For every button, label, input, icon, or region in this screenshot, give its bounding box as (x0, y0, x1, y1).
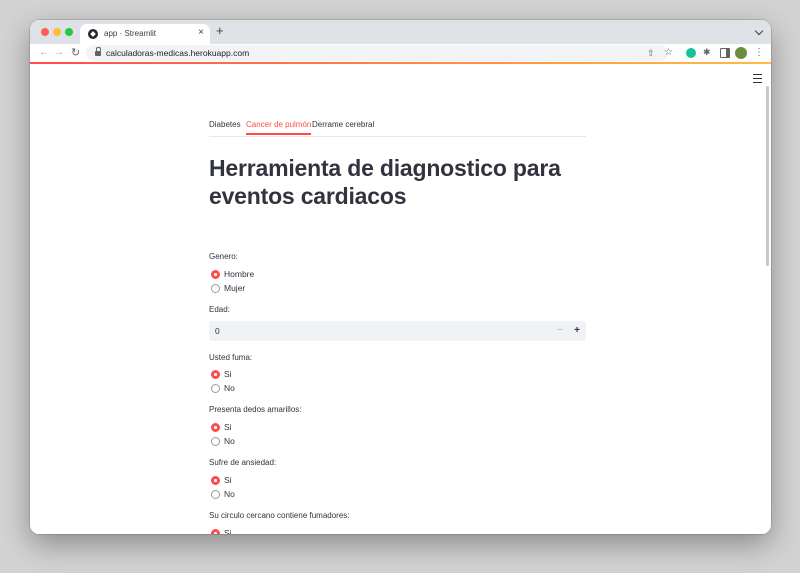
edad-decrement-button[interactable]: − (552, 322, 568, 340)
url-text[interactable]: calculadoras-medicas.herokuapp.com (106, 48, 249, 58)
radio-label: Si (224, 369, 232, 379)
tab-diabetes[interactable]: Diabetes (209, 120, 241, 135)
edad-label: Edad: (209, 305, 230, 314)
page-title: Herramienta de diagnostico para eventos … (209, 155, 561, 209)
radio-selected-icon[interactable] (211, 270, 220, 279)
radio-selected-icon[interactable] (211, 423, 220, 432)
window-minimize-button[interactable] (53, 28, 61, 36)
dedos-amarillos-label: Presenta dedos amarillos: (209, 405, 302, 414)
address-bar[interactable]: calculadoras-medicas.herokuapp.com ⇧ ☆ (86, 45, 673, 61)
radio-unselected-icon[interactable] (211, 490, 220, 499)
radio-label: No (224, 489, 235, 499)
radio-unselected-icon[interactable] (211, 284, 220, 293)
edad-number-input[interactable]: 0 − + (209, 321, 586, 341)
forward-icon[interactable]: → (54, 46, 64, 60)
window-maximize-button[interactable] (65, 28, 73, 36)
radio-unselected-icon[interactable] (211, 384, 220, 393)
streamlit-favicon-icon (88, 29, 98, 39)
genero-label: Genero: (209, 252, 238, 261)
browser-window: app · Streamlit × + ← → ↻ calculadoras-m… (30, 20, 771, 534)
browser-tab[interactable]: app · Streamlit × (80, 24, 210, 44)
streamlit-page: Diabetes Cancer de pulmón Derrame cerebr… (30, 64, 771, 534)
edad-value[interactable]: 0 (215, 326, 220, 336)
circulo-fumadores-label: Su circulo cercano contiene fumadores: (209, 511, 350, 520)
extensions-puzzle-icon[interactable]: ✱ (703, 47, 713, 57)
ansiedad-label: Sufre de ansiedad: (209, 458, 277, 467)
radio-label: Si (224, 528, 232, 534)
radio-label: Si (224, 422, 232, 432)
browser-menu-icon[interactable]: ⋮ (754, 46, 764, 60)
radio-selected-icon[interactable] (211, 370, 220, 379)
bookmark-star-icon[interactable]: ☆ (664, 46, 673, 60)
hamburger-menu-icon[interactable] (753, 74, 762, 83)
radio-selected-icon[interactable] (211, 529, 220, 534)
radio-label: Hombre (224, 269, 255, 279)
tab-search-chevron-icon[interactable] (754, 26, 764, 36)
share-icon[interactable]: ⇧ (647, 46, 655, 60)
radio-label: Mujer (224, 283, 246, 293)
radio-unselected-icon[interactable] (211, 437, 220, 446)
window-close-button[interactable] (41, 28, 49, 36)
reload-icon[interactable]: ↻ (71, 46, 80, 60)
radio-label: No (224, 436, 235, 446)
app-tab-list: Diabetes Cancer de pulmón Derrame cerebr… (209, 119, 586, 137)
tab-cancer-de-pulmon[interactable]: Cancer de pulmón (246, 120, 312, 135)
radio-selected-icon[interactable] (211, 476, 220, 485)
tab-close-icon[interactable]: × (198, 27, 204, 39)
radio-label: No (224, 383, 235, 393)
browser-toolbar: ← → ↻ calculadoras-medicas.herokuapp.com… (30, 44, 771, 62)
tab-derrame-cerebral[interactable]: Derrame cerebral (312, 120, 374, 135)
lock-icon[interactable] (95, 47, 101, 57)
side-panel-icon[interactable] (720, 48, 730, 58)
new-tab-icon[interactable]: + (216, 24, 224, 38)
edad-increment-button[interactable]: + (569, 322, 585, 340)
profile-avatar-icon[interactable] (735, 47, 747, 59)
radio-label: Si (224, 475, 232, 485)
page-scrollbar[interactable] (766, 86, 769, 266)
fuma-label: Usted fuma: (209, 353, 253, 362)
back-icon[interactable]: ← (39, 46, 49, 60)
grammarly-extension-icon[interactable] (686, 48, 696, 58)
tab-strip: app · Streamlit × + (30, 20, 771, 44)
browser-tab-title: app · Streamlit (104, 29, 157, 38)
